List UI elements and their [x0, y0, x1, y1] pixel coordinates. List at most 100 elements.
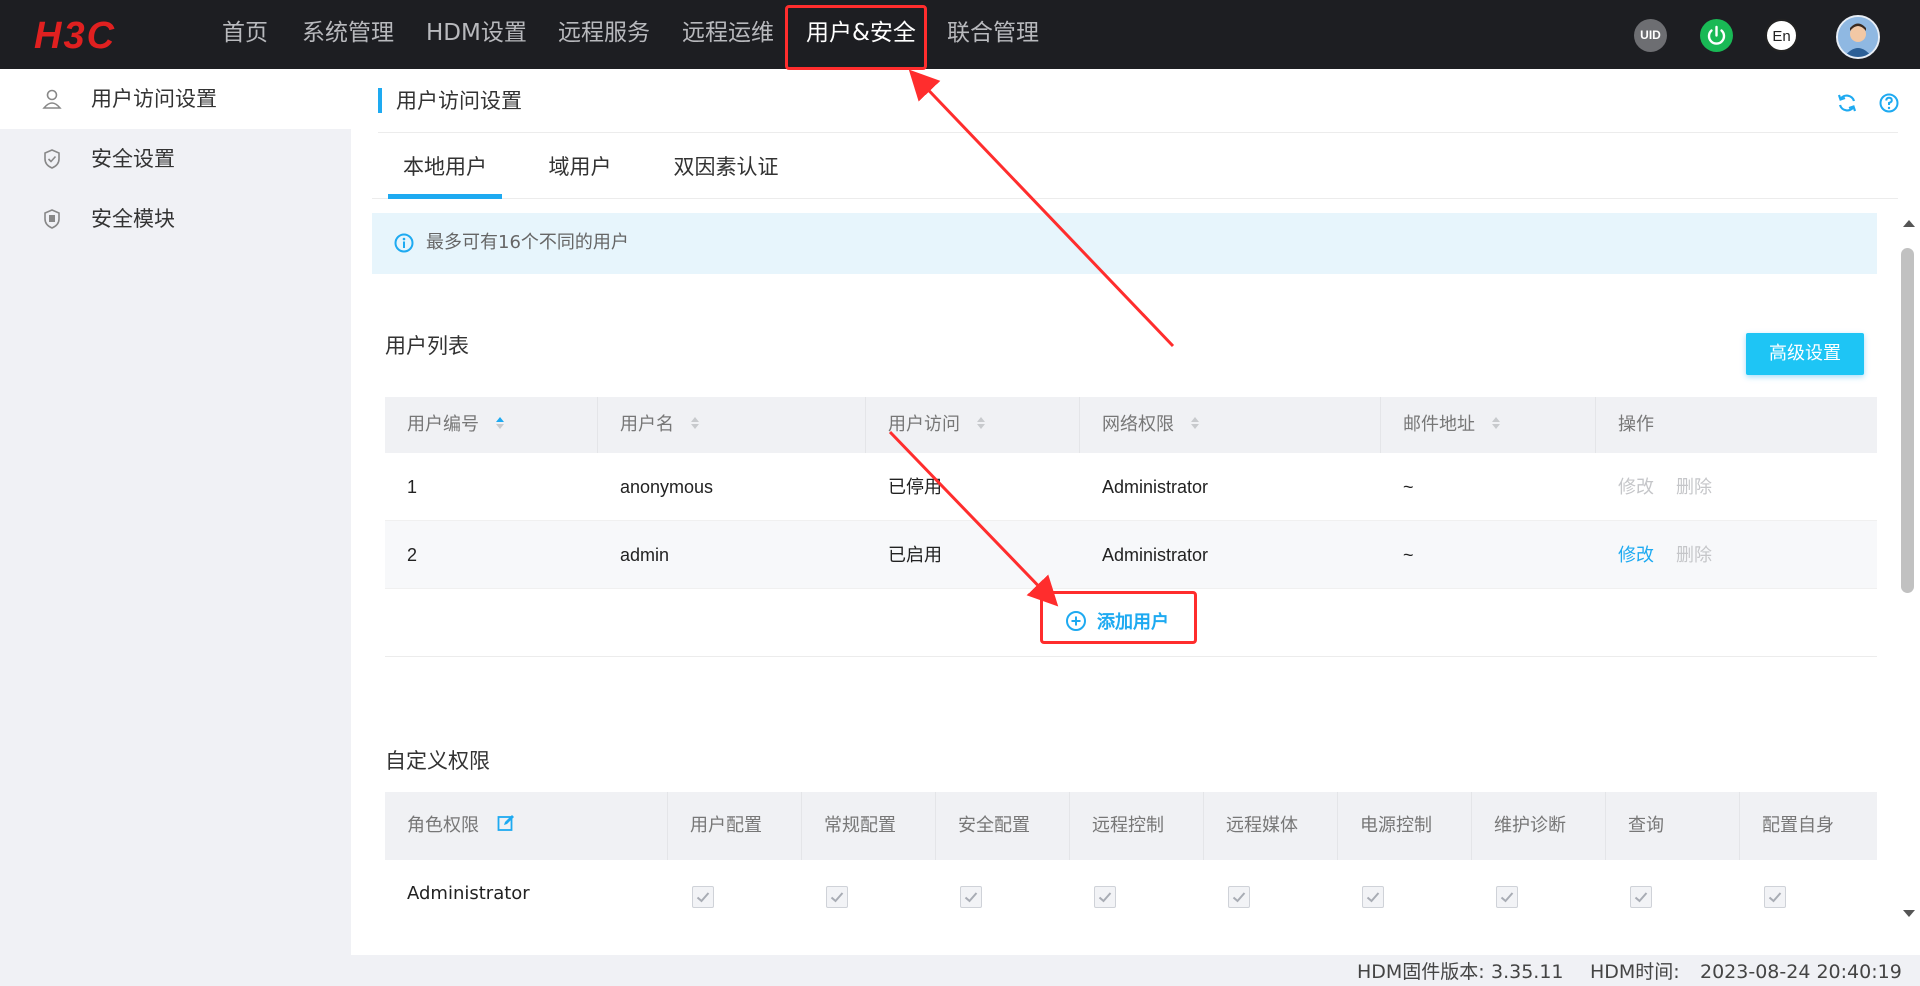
tab-bar: 本地用户 域用户 双因素认证 — [372, 146, 1898, 199]
firmware-version-value: 3.35.11 — [1491, 961, 1564, 983]
sort-icon[interactable] — [1190, 415, 1200, 431]
cell-user-id: 2 — [407, 545, 418, 565]
column-header-remote-media: 远程媒体 — [1204, 792, 1338, 860]
page-title: 用户访问设置 — [396, 89, 522, 113]
column-header-user-access[interactable]: 用户访问 — [866, 397, 1080, 453]
check-mark-icon — [1634, 892, 1648, 903]
edit-user-link: 修改 — [1618, 477, 1654, 497]
permission-checkbox-self-config — [1764, 886, 1786, 908]
column-header-role: 角色权限 — [385, 792, 668, 860]
tab-two-factor-auth[interactable]: 双因素认证 — [656, 146, 796, 199]
sidebar-item-label: 用户访问设置 — [91, 87, 217, 111]
edit-user-link[interactable]: 修改 — [1618, 545, 1654, 565]
permission-checkbox-remote-control — [1094, 886, 1116, 908]
sidebar-item-security-settings[interactable]: 安全设置 — [0, 129, 351, 189]
sidebar-item-security-module[interactable]: 安全模块 — [0, 189, 351, 249]
sidebar-item-label: 安全设置 — [91, 147, 175, 171]
check-mark-icon — [1098, 892, 1112, 903]
cell-network-privilege: Administrator — [1102, 477, 1209, 497]
page-header: 用户访问设置 — [378, 85, 1900, 133]
sort-icon[interactable] — [1491, 415, 1501, 431]
column-header-general-config: 常规配置 — [802, 792, 936, 860]
permission-checkbox-general-config — [826, 886, 848, 908]
hdm-time-value: 2023-08-24 20:40:19 — [1700, 961, 1902, 983]
advanced-settings-button[interactable]: 高级设置 — [1746, 333, 1864, 375]
user-avatar[interactable] — [1836, 15, 1880, 59]
cell-username: anonymous — [620, 477, 714, 497]
cell-email: ~ — [1403, 477, 1414, 497]
check-mark-icon — [964, 892, 978, 903]
sidebar: 用户访问设置 安全设置 安全模块 — [0, 69, 351, 955]
permission-checkbox-security-config — [960, 886, 982, 908]
edit-icon[interactable] — [497, 814, 515, 832]
tab-domain-users[interactable]: 域用户 — [530, 146, 630, 199]
nav-federation-management[interactable]: 联合管理 — [947, 0, 1039, 69]
language-icon[interactable]: En — [1765, 19, 1798, 52]
sidebar-item-user-access[interactable]: 用户访问设置 — [0, 69, 351, 129]
cell-role: Administrator — [407, 883, 530, 904]
uid-icon[interactable]: UID — [1634, 19, 1667, 52]
column-header-power-control: 电源控制 — [1338, 792, 1472, 860]
info-text: 最多可有16个不同的用户 — [426, 232, 629, 253]
table-row: 1 anonymous 已停用 Administrator ~ 修改 删除 — [385, 453, 1877, 521]
cell-actions: 修改 删除 — [1596, 453, 1734, 520]
user-table-header: 用户编号 用户名 用户访问 网络权限 邮件地址 操作 — [385, 397, 1877, 453]
permissions-table-header: 角色权限 用户配置 常规配置 安全配置 远程控制 远程媒体 电源控制 维护诊断 … — [385, 792, 1877, 860]
column-header-label: 用户访问 — [888, 414, 960, 435]
permission-checkbox-user-config — [692, 886, 714, 908]
custom-permissions-title: 自定义权限 — [385, 749, 490, 773]
cell-username: admin — [620, 545, 670, 565]
info-banner: 最多可有16个不同的用户 — [372, 213, 1877, 274]
permission-checkbox-power-control — [1362, 886, 1384, 908]
avatar-person-icon — [1838, 17, 1878, 57]
column-header-self-config: 配置自身 — [1762, 815, 1834, 836]
tab-local-users[interactable]: 本地用户 — [388, 146, 502, 199]
cell-user-id: 1 — [407, 477, 418, 497]
column-header-user-id[interactable]: 用户编号 — [385, 397, 598, 453]
column-header-query: 查询 — [1606, 792, 1740, 860]
user-list-title: 用户列表 — [385, 334, 469, 358]
help-icon[interactable] — [1878, 92, 1900, 114]
column-header-email[interactable]: 邮件地址 — [1381, 397, 1596, 453]
h3c-logo: H3C — [34, 15, 117, 57]
check-mark-icon — [830, 892, 844, 903]
nav-hdm-settings[interactable]: HDM设置 — [426, 0, 527, 69]
delete-user-link: 删除 — [1676, 477, 1712, 497]
permissions-table: 角色权限 用户配置 常规配置 安全配置 远程控制 远程媒体 电源控制 维护诊断 … — [385, 792, 1877, 928]
check-mark-icon — [1768, 892, 1782, 903]
hdm-time-label: HDM时间: — [1590, 961, 1680, 983]
sidebar-item-label: 安全模块 — [91, 207, 175, 231]
column-header-maintenance: 维护诊断 — [1472, 792, 1606, 860]
power-icon[interactable] — [1700, 19, 1733, 52]
column-header-remote-control: 远程控制 — [1070, 792, 1204, 860]
column-header-network-privilege[interactable]: 网络权限 — [1080, 397, 1381, 453]
sort-asc-icon[interactable] — [495, 415, 505, 431]
column-header-label: 网络权限 — [1102, 414, 1174, 435]
cell-user-access: 已停用 — [888, 477, 942, 497]
scroll-down-icon[interactable] — [1903, 910, 1915, 917]
column-header-label: 角色权限 — [407, 815, 479, 836]
nav-remote-ops[interactable]: 远程运维 — [682, 0, 774, 69]
column-header-actions: 操作 — [1618, 414, 1654, 435]
nav-system-management[interactable]: 系统管理 — [302, 0, 394, 69]
cell-network-privilege: Administrator — [1102, 545, 1209, 565]
user-icon — [42, 89, 62, 109]
shield-check-icon — [44, 149, 60, 169]
sort-icon[interactable] — [976, 415, 986, 431]
scrollbar-thumb[interactable] — [1901, 248, 1914, 593]
nav-remote-services[interactable]: 远程服务 — [558, 0, 650, 69]
column-header-label: 用户编号 — [407, 414, 479, 435]
column-header-security-config: 安全配置 — [936, 792, 1070, 860]
column-header-label: 用户名 — [620, 414, 674, 435]
sort-icon[interactable] — [690, 415, 700, 431]
top-navigation-bar: H3C 首页 系统管理 HDM设置 远程服务 远程运维 用户&安全 联合管理 U… — [0, 0, 1920, 69]
column-header-username[interactable]: 用户名 — [598, 397, 866, 453]
scroll-up-icon[interactable] — [1903, 220, 1915, 227]
annotation-highlight-nav — [785, 5, 927, 70]
refresh-icon[interactable] — [1836, 92, 1858, 114]
info-icon — [394, 233, 414, 253]
status-footer: HDM固件版本: 3.35.11 HDM时间: 2023-08-24 20:40… — [0, 955, 1920, 986]
delete-user-link: 删除 — [1676, 545, 1712, 565]
permission-checkbox-query — [1630, 886, 1652, 908]
nav-home[interactable]: 首页 — [222, 0, 268, 69]
